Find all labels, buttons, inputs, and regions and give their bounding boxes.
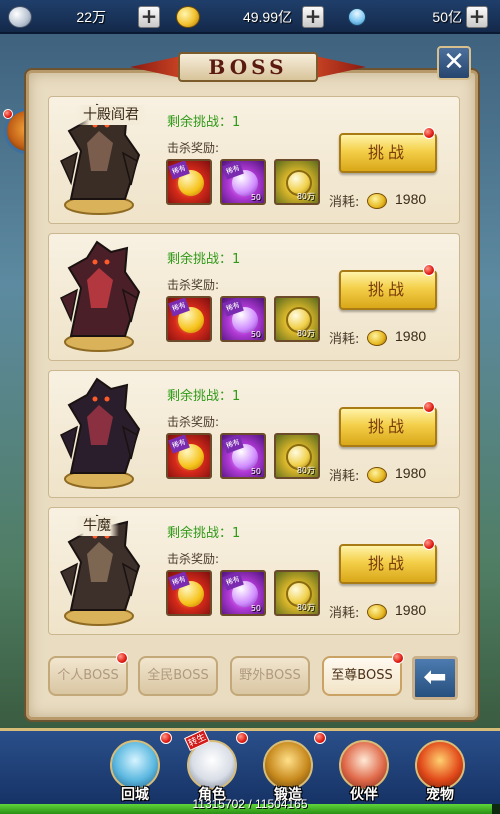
gold-value: 49.99亿 [242, 9, 292, 25]
reward-qty: 50 [250, 330, 261, 339]
diamond-icon [344, 4, 370, 30]
kill-reward-label: 击杀奖励: [167, 278, 220, 292]
reward-qty: 80万 [296, 329, 315, 338]
reward-qty: 80万 [296, 192, 315, 201]
challenge-button[interactable]: 挑战 [339, 270, 437, 310]
reward-qty: 50 [250, 467, 261, 476]
notification-dot [392, 652, 404, 664]
tab-supreme-boss[interactable]: 至尊BOSS [322, 656, 402, 696]
reward-purple-potion[interactable]: 稀有 50 [220, 570, 266, 616]
forge-icon [263, 740, 313, 790]
boss-name: 牛魔 [75, 516, 119, 536]
gold-coin-icon [367, 330, 387, 346]
add-diamond-button[interactable]: + [466, 6, 488, 28]
cost-value: 1980 [395, 328, 427, 344]
close-icon: ✕ [443, 47, 465, 77]
nav-pet[interactable]: 宠物 [410, 740, 470, 803]
notification-dot [3, 109, 13, 119]
partner-icon [339, 740, 389, 790]
kill-reward-label: 击杀奖励: [167, 415, 220, 429]
reward-list: 稀有 稀有 50 80万 [166, 570, 326, 618]
back-button[interactable]: ⬅ [412, 656, 458, 700]
reward-gold-chest[interactable]: 稀有 [166, 570, 212, 616]
boss-portrait [60, 240, 141, 352]
tab-personal-boss[interactable]: 个人BOSS [48, 656, 128, 696]
reward-list: 稀有 稀有 50 80万 [166, 296, 326, 344]
reward-qty: 80万 [296, 603, 315, 612]
reward-gold-chest[interactable]: 稀有 [166, 296, 212, 342]
cost-label: 消耗: [329, 332, 360, 347]
remaining-challenges: 剩余挑战：1 [167, 526, 241, 541]
resource-bar: 22万 + 49.99亿 + 50亿 + [0, 0, 500, 34]
remaining-challenges: 剩余挑战：1 [167, 389, 241, 404]
boss-portrait [60, 377, 141, 489]
gold-coin-icon [367, 604, 387, 620]
notification-dot [160, 732, 172, 744]
reward-gold-chest[interactable]: 稀有 [166, 159, 212, 205]
kill-reward-label: 击杀奖励: [167, 552, 220, 566]
crystal-icon [110, 740, 160, 790]
reward-gold-coin[interactable]: 80万 [274, 570, 320, 616]
cost-value: 1980 [395, 465, 427, 481]
silver-resource: 22万 + [4, 4, 162, 30]
reward-list: 稀有 稀有 50 80万 [166, 433, 326, 481]
cost-value: 1980 [395, 602, 427, 618]
tab-all-boss[interactable]: 全民BOSS [138, 656, 218, 696]
cost-label: 消耗: [329, 469, 360, 484]
reward-qty: 50 [250, 604, 261, 613]
nav-town[interactable]: 回城 [105, 740, 165, 803]
notification-dot [423, 127, 435, 139]
kill-reward-label: 击杀奖励: [167, 141, 220, 155]
notification-dot [423, 264, 435, 276]
silver-coin-icon [8, 6, 32, 28]
silver-value: 22万 [76, 9, 106, 25]
close-button[interactable]: ✕ [437, 46, 471, 80]
gold-coin-icon [367, 467, 387, 483]
exp-text: 11315702 / 11504165 [192, 797, 308, 811]
panel-title-banner: BOSS [130, 48, 366, 88]
challenge-button[interactable]: 挑战 [339, 544, 437, 584]
reward-list: 稀有 稀有 50 80万 [166, 159, 326, 207]
notification-dot [423, 401, 435, 413]
notification-dot [116, 652, 128, 664]
diamond-resource: 50亿 + [340, 4, 498, 30]
remaining-challenges: 剩余挑战：1 [167, 252, 241, 267]
add-gold-button[interactable]: + [302, 6, 324, 28]
reward-purple-potion[interactable]: 稀有 50 [220, 159, 266, 205]
reward-purple-potion[interactable]: 稀有 50 [220, 433, 266, 479]
reward-gold-coin[interactable]: 80万 [274, 296, 320, 342]
challenge-button[interactable]: 挑战 [339, 133, 437, 173]
remaining-challenges: 剩余挑战：1 [167, 115, 241, 130]
reward-qty: 80万 [296, 466, 315, 475]
nav-forge[interactable]: 锻造 [258, 740, 318, 803]
arrow-left-icon: ⬅ [423, 660, 447, 693]
notification-dot [314, 732, 326, 744]
boss-card: 十殿阎君剩余挑战：1 击杀奖励: 稀有 稀有 50 80万 挑战消耗: 1980 [48, 96, 460, 224]
cost-value: 1980 [395, 191, 427, 207]
reward-gold-coin[interactable]: 80万 [274, 159, 320, 205]
boss-card: 剩余挑战：1 击杀奖励: 稀有 稀有 50 80万 挑战消耗: 1980 [48, 370, 460, 498]
gold-resource: 49.99亿 + [172, 4, 330, 30]
challenge-button[interactable]: 挑战 [339, 407, 437, 447]
gold-coin-icon [367, 193, 387, 209]
gold-coin-icon [176, 6, 200, 28]
notification-dot [236, 732, 248, 744]
pet-icon [415, 740, 465, 790]
notification-dot [423, 538, 435, 550]
reward-gold-chest[interactable]: 稀有 [166, 433, 212, 479]
nav-partner[interactable]: 伙伴 [334, 740, 394, 803]
diamond-value: 50亿 [432, 9, 462, 25]
reward-gold-coin[interactable]: 80万 [274, 433, 320, 479]
boss-card: 剩余挑战：1 击杀奖励: 稀有 稀有 50 80万 挑战消耗: 1980 [48, 233, 460, 361]
tab-field-boss[interactable]: 野外BOSS [230, 656, 310, 696]
cost-label: 消耗: [329, 606, 360, 621]
boss-name: 十殿阎君 [75, 105, 147, 125]
cost-label: 消耗: [329, 195, 360, 210]
boss-card: 牛魔剩余挑战：1 击杀奖励: 稀有 稀有 50 80万 挑战消耗: 1980 [48, 507, 460, 635]
panel-title: BOSS [178, 52, 318, 82]
reward-purple-potion[interactable]: 稀有 50 [220, 296, 266, 342]
add-silver-button[interactable]: + [138, 6, 160, 28]
reward-qty: 50 [250, 193, 261, 202]
